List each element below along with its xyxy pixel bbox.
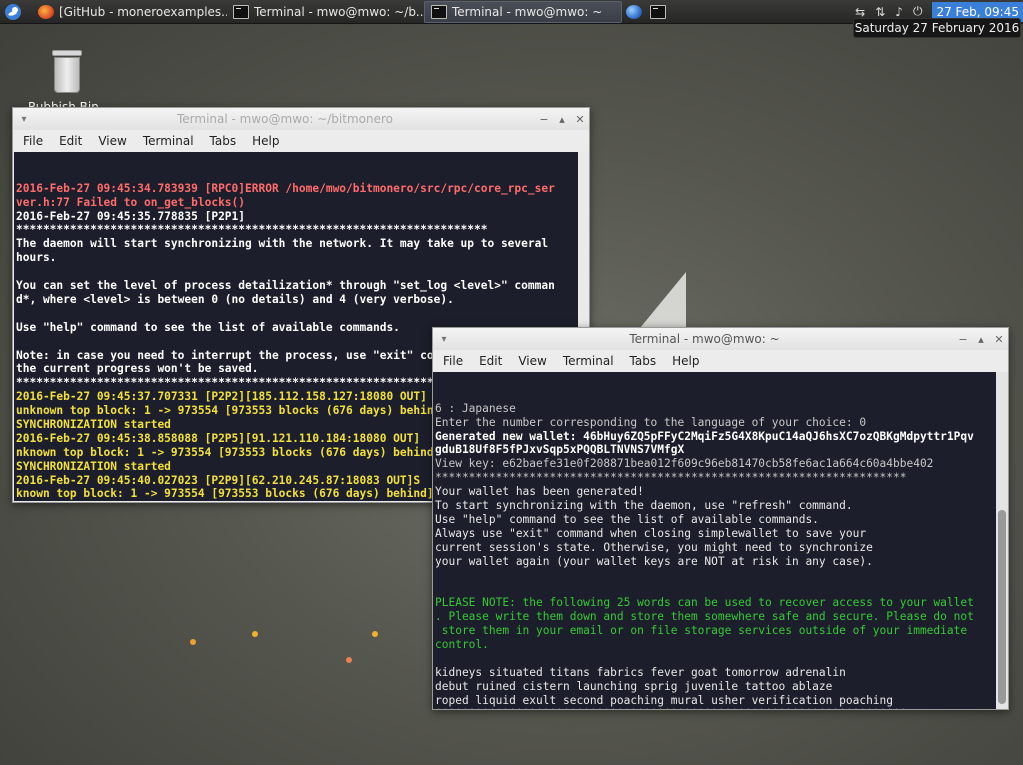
terminal-line: . Please write them down and store them … bbox=[435, 610, 974, 624]
terminal-line: ****************************************… bbox=[435, 471, 907, 485]
firefox-icon bbox=[38, 4, 54, 19]
menu-help[interactable]: Help bbox=[664, 354, 707, 368]
menu-terminal[interactable]: Terminal bbox=[555, 354, 622, 368]
taskbar-item-label: Terminal - mwo@mwo: ~/b... bbox=[254, 4, 424, 19]
window-title: Terminal - mwo@mwo: ~ bbox=[629, 332, 780, 346]
upload-icon[interactable]: ⇅ bbox=[875, 5, 885, 19]
terminal-line: Enter the number corresponding to the la… bbox=[435, 415, 867, 429]
wallpaper-shape bbox=[640, 272, 686, 328]
terminal-line: ****************************************… bbox=[16, 223, 488, 237]
window-title: Terminal - mwo@mwo: ~/bitmonero bbox=[176, 112, 393, 126]
minimize-icon[interactable]: − bbox=[535, 113, 553, 126]
maximize-icon[interactable]: ▴ bbox=[972, 333, 990, 346]
maximize-icon[interactable]: ▴ bbox=[553, 113, 571, 126]
window-titlebar[interactable]: ▾ Terminal - mwo@mwo: ~/bitmonero − ▴ ✕ bbox=[13, 108, 589, 130]
trash-icon[interactable] bbox=[48, 50, 88, 96]
terminal-line: PLEASE NOTE: the following 25 words can … bbox=[435, 596, 974, 610]
terminal-icon bbox=[650, 4, 666, 19]
volume-icon[interactable]: ♪ bbox=[895, 5, 903, 19]
wallpaper-dot bbox=[252, 631, 258, 637]
terminal-line: hours. bbox=[16, 251, 57, 265]
minimize-icon[interactable]: − bbox=[954, 333, 972, 346]
terminal-line: roped liquid exult second poaching mural… bbox=[435, 693, 894, 707]
window-menu-icon[interactable]: ▾ bbox=[433, 334, 455, 345]
scrollbar-thumb[interactable] bbox=[998, 510, 1006, 704]
terminal-line: View key: e62baefe31e0f208871bea012f609c… bbox=[435, 457, 934, 471]
network-icon[interactable]: ⇆ bbox=[855, 5, 865, 19]
launcher-terminal[interactable] bbox=[646, 1, 670, 23]
taskbar-item-firefox[interactable]: [GitHub - moneroexamples... bbox=[32, 1, 227, 23]
taskbar-item-label: Terminal - mwo@mwo: ~ bbox=[452, 4, 603, 19]
terminal-line: your wallet again (your wallet keys are … bbox=[435, 554, 873, 568]
menu-file[interactable]: File bbox=[435, 354, 471, 368]
menu-view[interactable]: View bbox=[90, 134, 134, 148]
menu-terminal[interactable]: Terminal bbox=[135, 134, 202, 148]
terminal-line: The daemon will start synchronizing with… bbox=[16, 237, 549, 251]
terminal-line: 2016-Feb-27 09:45:35.778835 [P2P1] bbox=[16, 209, 246, 223]
globe-icon bbox=[626, 4, 642, 19]
wallpaper-dot bbox=[372, 631, 378, 637]
window-titlebar[interactable]: ▾ Terminal - mwo@mwo: ~ − ▴ ✕ bbox=[433, 328, 1008, 350]
menu-file[interactable]: File bbox=[15, 134, 51, 148]
power-icon[interactable]: ⏻ bbox=[913, 4, 923, 19]
menu-edit[interactable]: Edit bbox=[471, 354, 510, 368]
launcher-browser[interactable] bbox=[622, 1, 646, 23]
terminal-line: ver.h:77 Failed to on_get_blocks() bbox=[16, 195, 246, 209]
terminal-line: kidneys situated titans fabrics fever go… bbox=[435, 665, 846, 679]
menu-view[interactable]: View bbox=[510, 354, 554, 368]
terminal-line: To start synchronizing with the daemon, … bbox=[435, 499, 853, 513]
menu-help[interactable]: Help bbox=[244, 134, 287, 148]
menu-edit[interactable]: Edit bbox=[51, 134, 90, 148]
terminal-line: 2016-Feb-27 09:45:34.783939 [RPC0]ERROR … bbox=[16, 181, 555, 195]
menu-tabs[interactable]: Tabs bbox=[202, 134, 245, 148]
terminal-icon bbox=[431, 4, 447, 19]
wallpaper-dot bbox=[346, 657, 352, 663]
menubar: File Edit View Terminal Tabs Help bbox=[433, 350, 1008, 372]
terminal-line: Your wallet has been generated! bbox=[435, 485, 644, 499]
scrollbar[interactable] bbox=[996, 372, 1008, 709]
terminal-icon bbox=[233, 4, 249, 19]
terminal-line: Use "help" command to see the list of av… bbox=[435, 512, 819, 526]
terminal-line: 6 : Japanese bbox=[435, 401, 516, 415]
terminal-window-home[interactable]: ▾ Terminal - mwo@mwo: ~ − ▴ ✕ File Edit … bbox=[432, 327, 1009, 710]
taskbar-item-terminal-bitmonero[interactable]: Terminal - mwo@mwo: ~/b... bbox=[227, 1, 424, 23]
terminal-line: You can set the level of process detaili… bbox=[16, 279, 555, 293]
window-menu-icon[interactable]: ▾ bbox=[13, 114, 35, 125]
terminal-line: debut ruined cistern launching sprig juv… bbox=[435, 679, 833, 693]
date-tooltip: Saturday 27 February 2016 bbox=[853, 18, 1021, 38]
terminal-line: gduB18Uf8F5fPJxvSqp5xPQQBLTNVNS7VMfgX bbox=[435, 443, 685, 457]
terminal-line: ****************************************… bbox=[435, 707, 996, 709]
taskbar-item-terminal-home[interactable]: Terminal - mwo@mwo: ~ bbox=[424, 0, 622, 23]
taskbar-item-label: [GitHub - moneroexamples... bbox=[59, 4, 227, 19]
terminal-line: current session's state. Otherwise, you … bbox=[435, 540, 873, 554]
close-icon[interactable]: ✕ bbox=[990, 333, 1008, 346]
close-icon[interactable]: ✕ bbox=[571, 113, 589, 126]
terminal-line: Always use "exit" command when closing s… bbox=[435, 526, 867, 540]
terminal-line: d*, where <level> is between 0 (no detai… bbox=[16, 292, 454, 306]
terminal-line: store them in your email or on file stor… bbox=[435, 624, 968, 638]
terminal-line: Generated new wallet: 46bHuy6ZQ5pFFyC2Mq… bbox=[435, 429, 974, 443]
terminal-output[interactable]: 6 : Japanese Enter the number correspondi… bbox=[433, 372, 996, 709]
menubar: File Edit View Terminal Tabs Help bbox=[13, 130, 589, 152]
terminal-line: control. bbox=[435, 637, 489, 651]
applications-menu-button[interactable] bbox=[0, 0, 26, 24]
menu-tabs[interactable]: Tabs bbox=[622, 354, 665, 368]
xfce-logo-icon bbox=[5, 3, 21, 20]
wallpaper-dot bbox=[190, 639, 196, 645]
